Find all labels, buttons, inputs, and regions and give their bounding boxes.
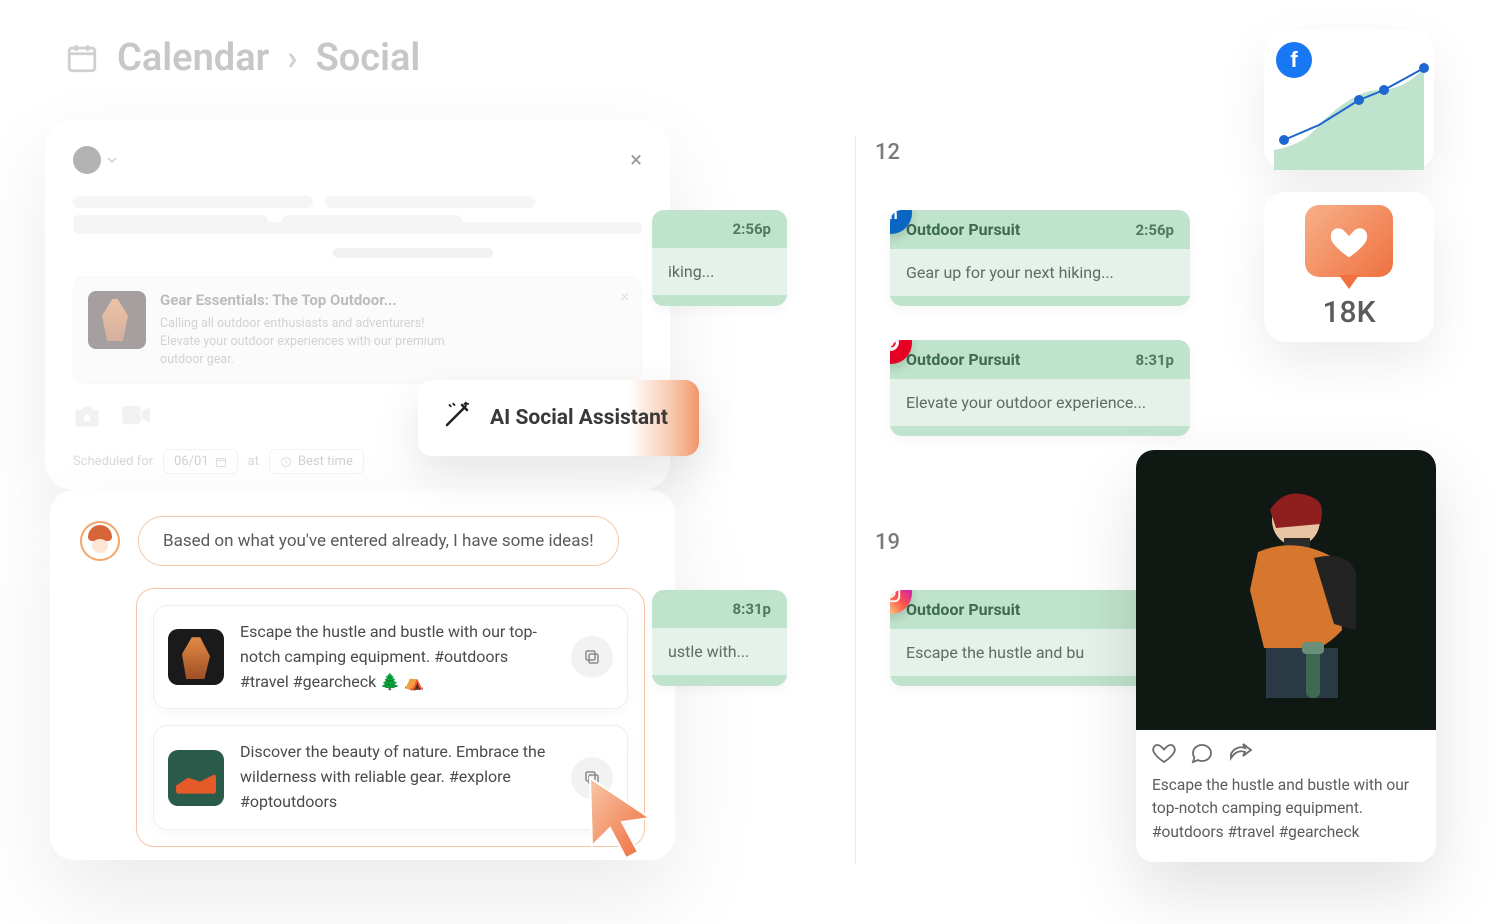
event-body: iking... — [652, 248, 787, 295]
stat-chart-card: f — [1264, 30, 1434, 170]
attachment-title: Gear Essentials: The Top Outdoor... — [160, 291, 460, 309]
comment-icon[interactable] — [1190, 742, 1214, 768]
event-body: Elevate your outdoor experience... — [890, 379, 1190, 426]
idea-text: Discover the beauty of nature. Embrace t… — [240, 740, 555, 814]
preview-caption: Escape the hustle and bustle with our to… — [1136, 774, 1436, 862]
video-icon[interactable] — [121, 404, 151, 432]
event-body: Gear up for your next hiking... — [890, 249, 1190, 296]
grid-divider — [855, 135, 856, 865]
event-time: 2:56p — [733, 220, 771, 238]
day-number: 12 — [875, 140, 900, 165]
ai-assistant-button[interactable]: AI Social Assistant — [418, 380, 698, 456]
attachment-thumb — [88, 291, 146, 349]
breadcrumb-social[interactable]: Social — [316, 36, 421, 80]
stat-likes-card: 18K — [1264, 192, 1434, 342]
idea-text: Escape the hustle and bustle with our to… — [240, 620, 555, 694]
globe-icon — [73, 146, 101, 174]
preview-image — [1136, 450, 1436, 730]
assistant-avatar — [80, 521, 120, 561]
share-icon[interactable] — [1228, 742, 1254, 768]
event-title: Outdoor Pursuit — [906, 220, 1020, 239]
idea-thumb — [168, 629, 224, 685]
scheduled-time-chip[interactable]: Best time — [269, 449, 364, 474]
wand-icon — [442, 400, 472, 436]
photo-icon[interactable] — [73, 404, 101, 432]
breadcrumb-calendar[interactable]: Calendar — [117, 36, 269, 80]
scheduled-date-chip[interactable]: 06/01 — [163, 449, 238, 474]
ai-assistant-label: AI Social Assistant — [490, 406, 668, 430]
like-icon[interactable] — [1152, 742, 1176, 768]
attachment-desc: Calling all outdoor enthusiasts and adve… — [160, 315, 460, 369]
svg-text:f: f — [1290, 47, 1298, 72]
compose-skeleton — [73, 196, 642, 258]
calendar-event[interactable]: 8:31p ustle with... — [652, 590, 787, 686]
calendar-icon — [65, 41, 99, 75]
idea-thumb — [168, 750, 224, 806]
calendar-event[interactable]: Outdoor Pursuit 8:31p Elevate your outdoo… — [890, 340, 1190, 436]
calendar-event[interactable]: in Outdoor Pursuit2:56p Gear up for your… — [890, 210, 1190, 306]
event-time: 8:31p — [733, 600, 771, 618]
chevron-right-icon: › — [287, 38, 297, 78]
idea-card[interactable]: Discover the beauty of nature. Embrace t… — [153, 725, 628, 829]
likes-count: 18K — [1322, 295, 1375, 330]
event-time: 2:56p — [1136, 221, 1174, 239]
copy-icon[interactable] — [571, 636, 613, 678]
heart-icon — [1305, 205, 1393, 277]
assistant-intro: Based on what you've entered already, I … — [138, 516, 619, 566]
scheduled-at: at — [248, 454, 259, 469]
attachment-remove-icon[interactable]: × — [620, 287, 629, 306]
assistant-ideas: Escape the hustle and bustle with our to… — [136, 588, 645, 847]
event-time: 8:31p — [1136, 351, 1174, 369]
schedule-row: Scheduled for 06/01 at Best time — [73, 449, 364, 474]
attachment-card[interactable]: Gear Essentials: The Top Outdoor... Call… — [73, 276, 642, 384]
day-number: 19 — [875, 530, 900, 555]
close-icon[interactable]: × — [630, 148, 642, 173]
event-body: ustle with... — [652, 628, 787, 675]
scheduled-label: Scheduled for — [73, 454, 153, 469]
event-title: Outdoor Pursuit — [906, 600, 1020, 619]
event-title: Outdoor Pursuit — [906, 350, 1020, 369]
audience-selector[interactable] — [73, 146, 117, 174]
cursor-pointer-icon — [580, 770, 660, 860]
breadcrumb: Calendar › Social — [65, 36, 420, 80]
idea-card[interactable]: Escape the hustle and bustle with our to… — [153, 605, 628, 709]
instagram-preview-card: Escape the hustle and bustle with our to… — [1136, 450, 1436, 862]
calendar-event[interactable]: 2:56p iking... — [652, 210, 787, 306]
